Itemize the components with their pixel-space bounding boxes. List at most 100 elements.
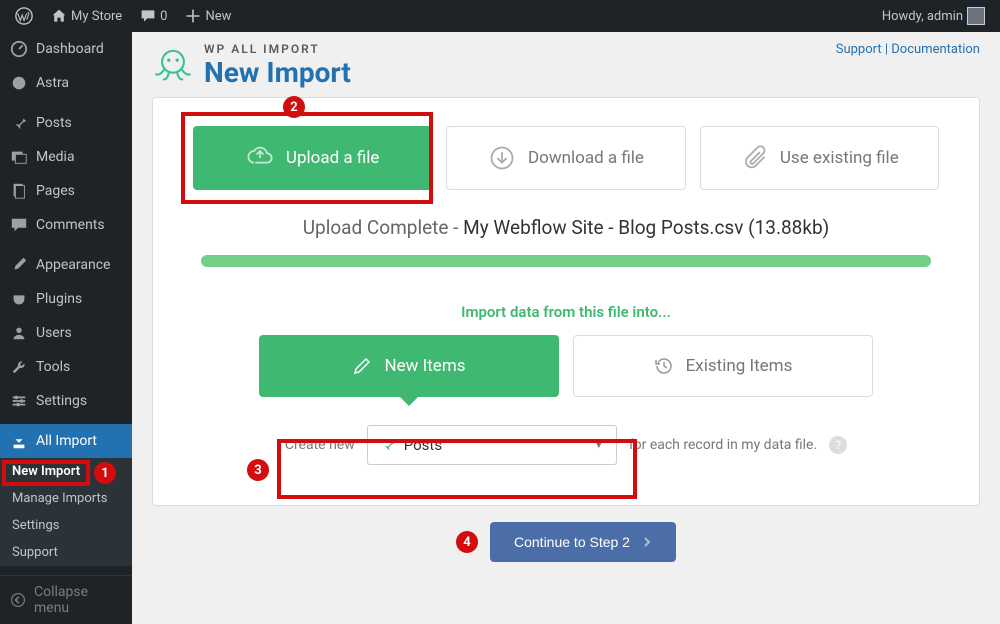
attachment-icon	[740, 144, 768, 172]
plugin-icon	[10, 290, 28, 308]
sidebar-item-media[interactable]: Media	[0, 140, 132, 174]
existing-items-label: Existing Items	[686, 356, 793, 376]
wrench-icon	[10, 358, 28, 376]
sidebar-label: Dashboard	[36, 41, 104, 57]
greeting: Howdy, admin	[882, 9, 963, 24]
sidebar-item-pages[interactable]: Pages	[0, 174, 132, 208]
settings-icon	[10, 392, 28, 410]
sidebar-submenu: New Import 1 Manage Imports Settings Sup…	[0, 458, 132, 566]
history-icon	[654, 356, 674, 376]
sidebar-label: Comments	[36, 217, 105, 233]
admin-toolbar: My Store 0 New Howdy, admin	[0, 0, 1000, 32]
post-type-select[interactable]: Posts ▼	[367, 425, 617, 465]
import-card: 2 Upload a file Download a file Use exis…	[152, 97, 980, 506]
continue-label: Continue to Step 2	[514, 534, 630, 550]
collapse-icon	[10, 592, 26, 608]
sidebar-label: Plugins	[36, 291, 82, 307]
sub-support[interactable]: Support	[0, 539, 132, 566]
comment-icon	[10, 216, 28, 234]
new-link[interactable]: New	[178, 0, 238, 32]
create-new-row: Create new Posts ▼ for each record in my…	[193, 425, 939, 465]
users-icon	[10, 324, 28, 342]
media-icon	[10, 148, 28, 166]
sidebar-item-plugins[interactable]: Plugins	[0, 282, 132, 316]
dashboard-icon	[10, 40, 28, 58]
sub-manage-imports[interactable]: Manage Imports	[0, 485, 132, 512]
continue-button[interactable]: Continue to Step 2	[490, 522, 676, 562]
sidebar-item-posts[interactable]: Posts	[0, 106, 132, 140]
docs-link[interactable]: Documentation	[891, 42, 980, 57]
new-items-button[interactable]: New Items	[259, 335, 559, 397]
sidebar-label: Settings	[36, 393, 87, 409]
sidebar-item-users[interactable]: Users	[0, 316, 132, 350]
create-suffix: for each record in my data file.	[629, 437, 817, 453]
upload-file-button[interactable]: Upload a file	[193, 126, 432, 190]
sidebar-item-dashboard[interactable]: Dashboard	[0, 32, 132, 66]
collapse-menu[interactable]: Collapse menu	[0, 575, 132, 624]
download-file-button[interactable]: Download a file	[446, 126, 685, 190]
sidebar-label: Media	[36, 149, 75, 165]
annotation-3: 3	[247, 459, 269, 481]
sidebar-label: Pages	[36, 183, 75, 199]
sidebar-item-comments[interactable]: Comments	[0, 208, 132, 242]
plus-icon	[185, 8, 201, 24]
sidebar-label: Posts	[36, 115, 72, 131]
existing-items-button[interactable]: Existing Items	[573, 335, 873, 397]
sidebar-item-tools[interactable]: Tools	[0, 350, 132, 384]
import-into-label: Import data from this file into...	[193, 303, 939, 321]
download-icon	[488, 144, 516, 172]
collapse-label: Collapse menu	[34, 584, 122, 616]
sidebar-item-settings[interactable]: Settings	[0, 384, 132, 418]
progress-bar	[201, 255, 931, 267]
upload-status: Upload Complete - My Webflow Site - Blog…	[193, 216, 939, 239]
sidebar-item-appearance[interactable]: Appearance	[0, 248, 132, 282]
existing-label: Use existing file	[780, 148, 899, 168]
select-value: Posts	[404, 436, 442, 454]
create-prefix: Create new	[285, 437, 355, 453]
annotation-2: 2	[283, 96, 305, 118]
annotation-1: 1	[94, 462, 116, 484]
admin-sidebar: Dashboard Astra Posts Media Pages Commen…	[0, 32, 132, 624]
sidebar-label: Astra	[36, 75, 69, 91]
help-icon[interactable]: ?	[829, 436, 847, 454]
upload-icon	[246, 144, 274, 172]
existing-file-button[interactable]: Use existing file	[700, 126, 939, 190]
content-area: WP ALL IMPORT New Import Support | Docum…	[132, 32, 1000, 624]
wp-logo[interactable]	[8, 0, 40, 32]
annotation-4: 4	[456, 531, 478, 553]
sub-settings[interactable]: Settings	[0, 512, 132, 539]
comment-icon	[140, 8, 156, 24]
brand-small: WP ALL IMPORT	[204, 42, 351, 56]
comments-count: 0	[160, 9, 167, 24]
astra-icon	[10, 74, 28, 92]
sidebar-label: Tools	[36, 359, 70, 375]
sidebar-label: All Import	[36, 433, 97, 449]
plugin-brand: WP ALL IMPORT New Import	[152, 42, 351, 89]
brush-icon	[10, 256, 28, 274]
pin-icon	[10, 114, 28, 132]
page-title: New Import	[204, 56, 351, 89]
page-icon	[10, 182, 28, 200]
user-menu[interactable]: Howdy, admin	[875, 0, 992, 32]
import-icon	[10, 432, 28, 450]
wordpress-icon	[15, 7, 33, 25]
support-link[interactable]: Support	[836, 42, 882, 57]
octopus-icon	[152, 45, 194, 87]
new-label: New	[205, 9, 231, 24]
sidebar-item-all-import[interactable]: All Import	[0, 424, 132, 458]
download-label: Download a file	[528, 148, 644, 168]
upload-label: Upload a file	[286, 148, 379, 168]
pencil-icon	[352, 356, 372, 376]
sidebar-label: Appearance	[36, 257, 110, 273]
uploaded-filename: My Webflow Site - Blog Posts.csv (13.88k…	[463, 216, 829, 239]
new-items-label: New Items	[384, 356, 465, 376]
comments-link[interactable]: 0	[133, 0, 174, 32]
sidebar-label: Users	[36, 325, 72, 341]
site-link[interactable]: My Store	[44, 0, 129, 32]
site-name: My Store	[71, 9, 122, 24]
pin-icon	[380, 437, 396, 453]
avatar	[967, 7, 985, 25]
chevron-down-icon: ▼	[594, 440, 604, 451]
sidebar-item-astra[interactable]: Astra	[0, 66, 132, 100]
home-icon	[51, 8, 67, 24]
